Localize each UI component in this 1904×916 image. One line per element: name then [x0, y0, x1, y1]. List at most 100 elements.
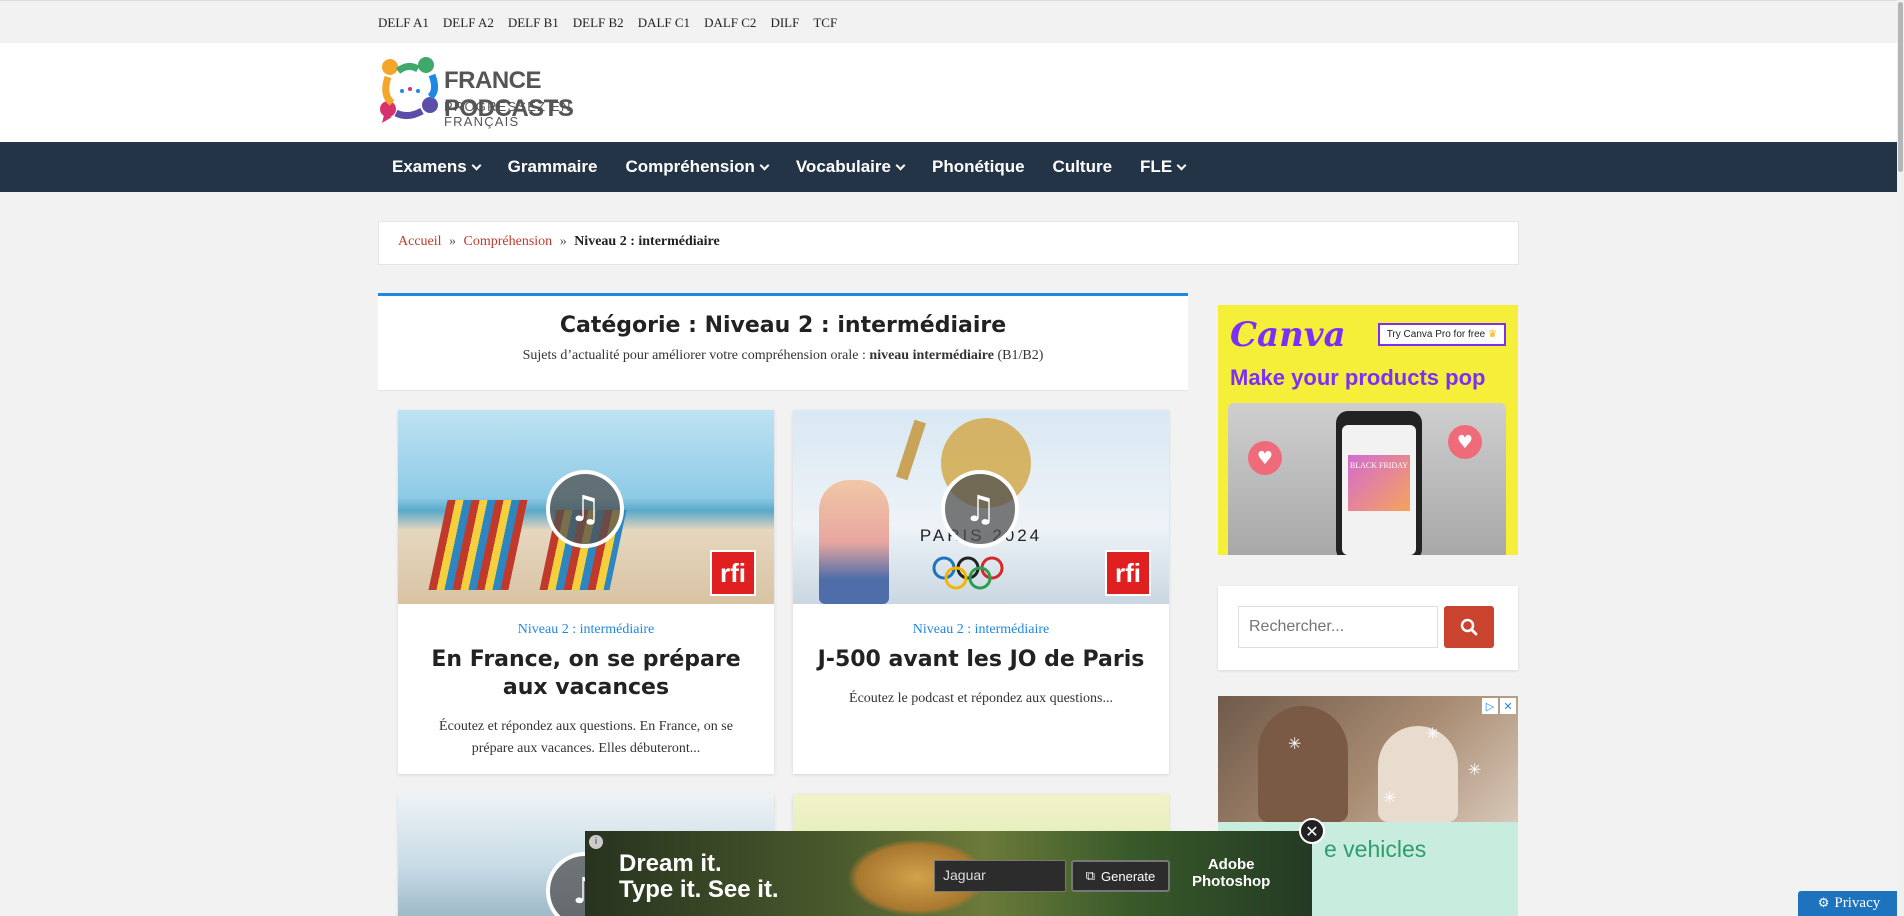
top-bar: DELF A1 DELF A2 DELF B1 DELF B2 DALF C1 …	[0, 0, 1904, 43]
child-figure	[1378, 726, 1458, 822]
privacy-label: Privacy	[1834, 895, 1881, 911]
logo-tagline: PROGRESSEZ EN FRANÇAIS	[444, 99, 572, 129]
adobe-headline-line-1: Dream it.	[619, 850, 722, 877]
category-desc-text: Sujets d’actualité pour améliorer votre …	[522, 348, 866, 363]
site-logo[interactable]: FRANCE PODCASTS PROGRESSEZ EN FRANÇAIS	[378, 55, 638, 129]
adobe-brand: Adobe	[1207, 856, 1255, 873]
phone-screen: BLACK FRIDAY	[1342, 425, 1416, 555]
snowflake-icon: ✳	[1468, 760, 1482, 779]
link-dilf[interactable]: DILF	[770, 15, 799, 31]
rfi-logo-icon: rfi	[1105, 550, 1151, 596]
canva-cta-label: Try Canva Pro for free	[1386, 329, 1486, 340]
nav-item-vocabulaire[interactable]: Vocabulaire	[782, 142, 918, 192]
link-dalf-c2[interactable]: DALF C2	[704, 15, 756, 31]
nav-item-fle[interactable]: FLE	[1126, 142, 1199, 192]
link-delf-b2[interactable]: DELF B2	[573, 15, 624, 31]
post-category[interactable]: Niveau 2 : intermédiaire	[398, 622, 774, 638]
breadcrumb-current: Niveau 2 : intermédiaire	[574, 234, 720, 249]
site-header: FRANCE PODCASTS PROGRESSEZ EN FRANÇAIS	[0, 43, 1904, 143]
category-description: Sujets d’actualité pour améliorer votre …	[378, 348, 1188, 364]
snowflake-icon: ✳	[1426, 724, 1440, 743]
breadcrumb-parent[interactable]: Compréhension	[464, 234, 553, 249]
page-scrollbar[interactable]	[1897, 0, 1904, 916]
snowflake-icon: ✳	[1288, 734, 1302, 753]
phone-mockup: BLACK FRIDAY	[1336, 411, 1422, 555]
exam-links: DELF A1 DELF A2 DELF B1 DELF B2 DALF C1 …	[378, 15, 837, 31]
nav-label: Vocabulaire	[795, 157, 891, 176]
gear-icon: ⚙	[1817, 896, 1830, 911]
search-input[interactable]	[1238, 606, 1438, 648]
photoshop-brand: Photoshop	[1192, 873, 1271, 890]
link-dalf-c1[interactable]: DALF C1	[638, 15, 690, 31]
heart-icon: ♥	[1248, 441, 1282, 475]
ad-badge-icon: i	[589, 835, 603, 849]
privacy-button[interactable]: ⚙ Privacy	[1798, 891, 1900, 916]
search-button[interactable]	[1444, 606, 1494, 648]
post-thumbnail[interactable]: PARIS 2024 ♫ rfi	[793, 410, 1169, 604]
nav-item-examens[interactable]: Examens	[378, 142, 494, 192]
nav-item-phonetique[interactable]: Phonétique	[918, 142, 1039, 192]
scrollbar-thumb[interactable]	[1898, 2, 1903, 172]
music-note-icon[interactable]: ♫	[546, 470, 624, 548]
canva-brand: Canva	[1230, 315, 1346, 355]
post-title[interactable]: J-500 avant les JO de Paris	[811, 646, 1151, 674]
close-ad-button[interactable]: ✕	[1299, 818, 1325, 844]
deck-chair-left	[428, 500, 528, 590]
post-excerpt: Écoutez le podcast et répondez aux quest…	[849, 691, 1113, 707]
adobe-banner-ad[interactable]: i Dream it. Type it. See it. Jaguar ⧉ Ge…	[585, 831, 1312, 916]
chevron-down-icon	[471, 160, 482, 171]
post-thumbnail[interactable]: ♫ rfi	[398, 410, 774, 604]
chevron-down-icon	[759, 160, 770, 171]
main-nav: Examens Grammaire Compréhension Vocabula…	[0, 142, 1904, 192]
post-title[interactable]: En France, on se prépare aux vacances	[416, 646, 756, 702]
adchoices-icon[interactable]: ▷	[1482, 698, 1498, 714]
generate-label: Generate	[1101, 868, 1156, 884]
athlete-figure	[819, 480, 889, 604]
adobe-headline: Dream it. Type it. See it.	[619, 851, 779, 903]
category-desc-bold: niveau intermédiaire	[869, 348, 994, 363]
nav-label: Culture	[1052, 157, 1113, 176]
external-link-icon: ⧉	[1085, 868, 1096, 884]
post-card[interactable]: ♫ rfi Niveau 2 : intermédiaire En France…	[398, 410, 774, 774]
nav-label: Phonétique	[931, 157, 1025, 176]
nav-label: FLE	[1140, 157, 1173, 176]
category-header: Catégorie : Niveau 2 : intermédiaire Suj…	[378, 293, 1188, 391]
music-note-icon[interactable]: ♫	[941, 470, 1019, 548]
canva-cta-button[interactable]: Try Canva Pro for free ♛	[1377, 323, 1506, 346]
link-delf-a2[interactable]: DELF A2	[443, 15, 494, 31]
nav-label: Grammaire	[507, 157, 598, 176]
link-delf-b1[interactable]: DELF B1	[508, 15, 559, 31]
generate-button[interactable]: ⧉ Generate	[1071, 860, 1170, 892]
canva-headline: Make your products pop	[1230, 365, 1486, 390]
chevron-down-icon	[895, 160, 906, 171]
vehicles-ad-text: e vehicles	[1324, 836, 1427, 862]
breadcrumb-home[interactable]: Accueil	[398, 234, 442, 249]
adobe-photoshop-logo: Adobe Photoshop	[1192, 856, 1270, 890]
nav-item-grammaire[interactable]: Grammaire	[494, 142, 612, 192]
crown-icon: ♛	[1488, 329, 1497, 340]
close-icon[interactable]: ✕	[1500, 698, 1516, 714]
breadcrumb-separator: »	[559, 234, 567, 249]
post-card[interactable]: PARIS 2024 ♫ rfi Niveau 2 : intermédiair…	[793, 410, 1169, 774]
canva-ad-image: ♥ ♥ BLACK FRIDAY	[1228, 403, 1506, 555]
search-widget	[1218, 586, 1518, 670]
torch-icon	[896, 419, 926, 481]
nav-item-culture[interactable]: Culture	[1039, 142, 1127, 192]
rfi-logo-icon: rfi	[710, 550, 756, 596]
adchoices-badge[interactable]: ▷ ✕	[1482, 698, 1516, 714]
logo-people-icon	[380, 57, 439, 123]
breadcrumb: Accueil » Compréhension » Niveau 2 : int…	[378, 221, 1519, 265]
nav-label: Examens	[392, 157, 467, 176]
post-excerpt: Écoutez et répondez aux questions. En Fr…	[439, 719, 733, 756]
adobe-prompt-input[interactable]: Jaguar	[934, 860, 1066, 892]
category-desc-level: (B1/B2)	[997, 348, 1044, 363]
nav-item-comprehension[interactable]: Compréhension	[611, 142, 781, 192]
person-figure	[1258, 706, 1348, 822]
family-photo: ✳ ✳ ✳ ✳	[1218, 696, 1518, 822]
post-category[interactable]: Niveau 2 : intermédiaire	[793, 622, 1169, 638]
chevron-down-icon	[1176, 160, 1187, 171]
page-title: Catégorie : Niveau 2 : intermédiaire	[559, 313, 1007, 338]
link-delf-a1[interactable]: DELF A1	[378, 15, 429, 31]
canva-ad[interactable]: Canva Try Canva Pro for free ♛ Make your…	[1218, 305, 1518, 555]
link-tcf[interactable]: TCF	[813, 15, 837, 31]
